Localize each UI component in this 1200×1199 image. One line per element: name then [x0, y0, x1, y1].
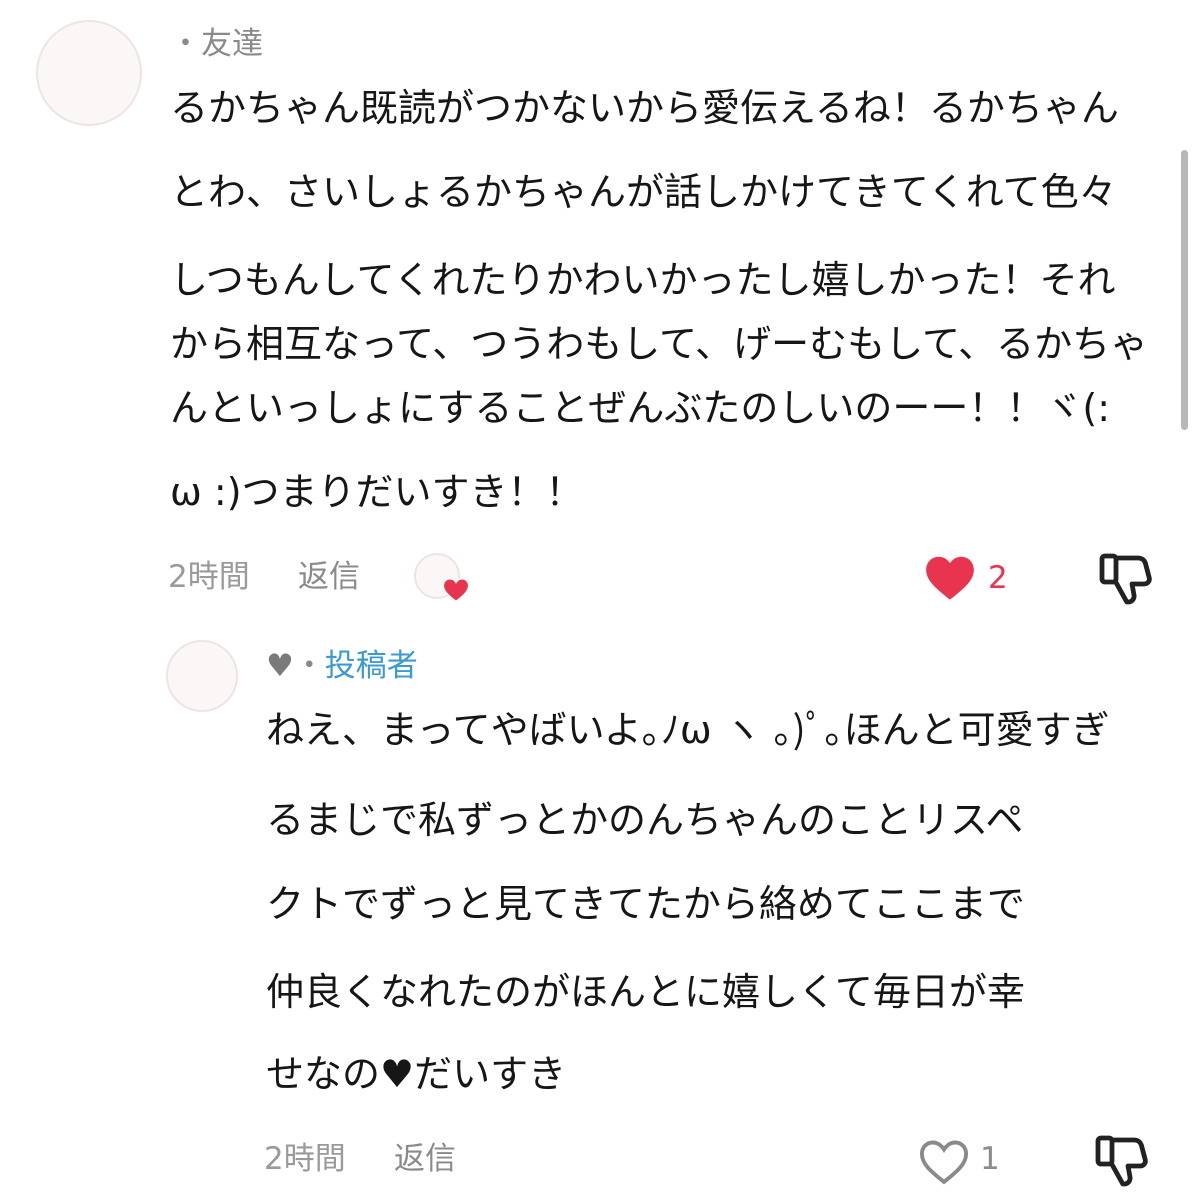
heart-icon[interactable]	[918, 1138, 970, 1186]
reply-text-line: ねえ、まってやばいよ｡ﾉω ヽ ｡)ﾟ｡ほんと可愛すぎ	[266, 708, 1110, 752]
author-reaction	[414, 553, 470, 603]
heart-icon[interactable]	[924, 554, 976, 602]
reply-meta: ♥・投稿者	[266, 646, 418, 686]
reply-text-line: クトでずっと見てきてたから絡めてここまで	[266, 882, 1025, 926]
comment-text-line: んといっしょにすることぜんぶたのしいのーー！！ヾ(:	[170, 386, 1111, 430]
avatar[interactable]	[36, 20, 142, 126]
author-badge: 投稿者	[324, 648, 418, 684]
heart-icon	[442, 577, 470, 603]
reply-text-line: るまじで私ずっとかのんちゃんのことリスペ	[266, 798, 1024, 842]
comment-timestamp: 2時間	[168, 559, 250, 595]
comment-text-line: から相互なって、つうわもして、げーむもして、るかちゃ	[170, 322, 1149, 366]
like-count: 2	[988, 560, 1008, 596]
reply-text-line: せなの♥だいすき	[266, 1052, 567, 1096]
scrollbar[interactable]	[1181, 150, 1188, 430]
comment-meta: ・友達	[170, 26, 263, 62]
comment-text-line: しつもんしてくれたりかわいかったし嬉しかった！それ	[170, 258, 1116, 302]
reply-button[interactable]: 返信	[394, 1139, 456, 1179]
like-count: 1	[980, 1141, 1000, 1177]
reply-text-line: 仲良くなれたのがほんとに嬉しくて毎日が幸	[266, 970, 1025, 1014]
thumbs-down-icon[interactable]	[1098, 552, 1154, 606]
comment-text-line: ω :)つまりだいすき！！	[170, 470, 584, 514]
avatar[interactable]	[166, 640, 238, 712]
thumbs-down-icon[interactable]	[1094, 1134, 1150, 1188]
reply-button[interactable]: 返信	[298, 557, 360, 597]
meta-separator: ・	[293, 648, 325, 684]
reply-timestamp: 2時間	[264, 1141, 346, 1177]
heart-icon: ♥	[266, 648, 294, 684]
comment-text-line: るかちゃん既読がつかないから愛伝えるね！るかちゃん	[170, 86, 1119, 130]
comment-text-line: とわ、さいしょるかちゃんが話しかけてきてくれて色々	[170, 170, 1117, 214]
